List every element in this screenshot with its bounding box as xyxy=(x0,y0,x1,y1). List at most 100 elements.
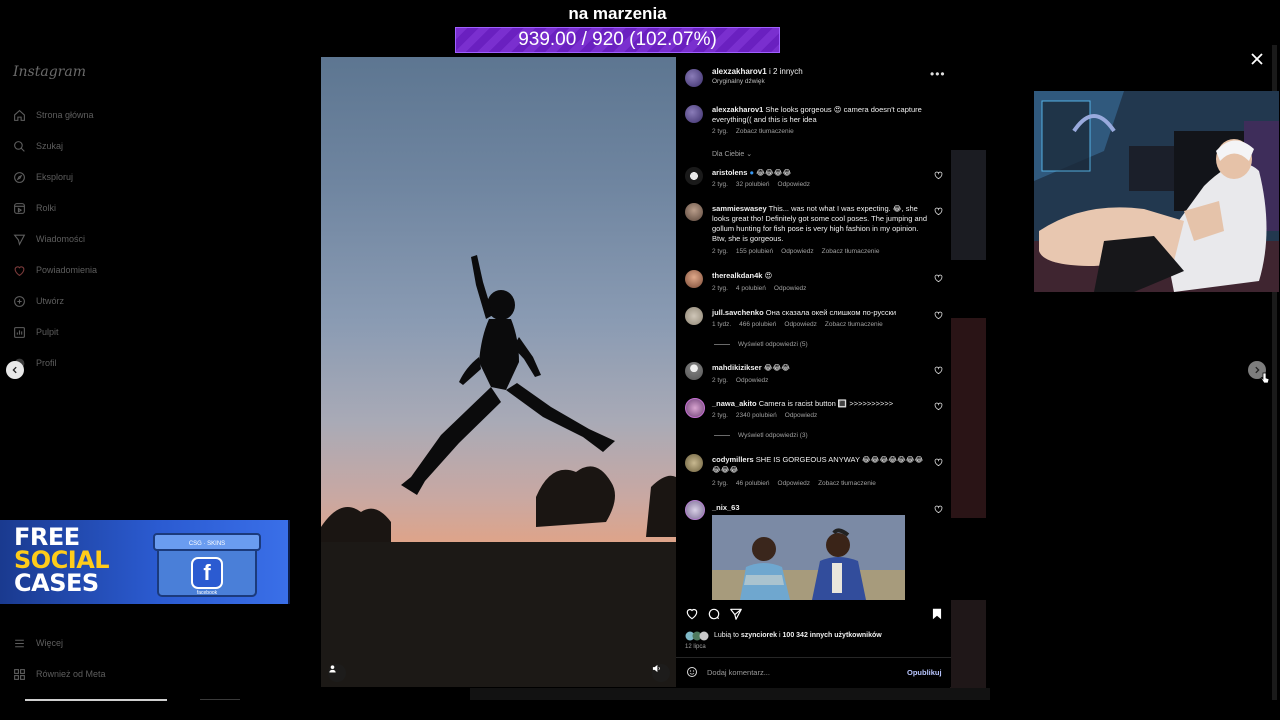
speaker-icon xyxy=(652,664,660,673)
comment-avatar[interactable] xyxy=(685,270,703,288)
caption-username[interactable]: alexzakharov1 xyxy=(712,105,763,114)
translate-link[interactable]: Zobacz tłumaczenie xyxy=(822,248,880,255)
reply-link[interactable]: Odpowiedz xyxy=(778,480,811,487)
comment-avatar[interactable] xyxy=(685,203,703,221)
like-comment-heart-icon[interactable] xyxy=(934,311,943,320)
comment-text: Она сказала окей слишком по-русски xyxy=(765,308,897,317)
loot-box-brand: facebook xyxy=(197,590,218,596)
post-audio[interactable]: Oryginalny dźwięk xyxy=(712,78,765,85)
emoji-picker-icon[interactable] xyxy=(686,666,698,678)
comment-age: 2 tyg. xyxy=(712,480,728,487)
more-options-button[interactable]: ••• xyxy=(930,67,946,81)
like-comment-heart-icon[interactable] xyxy=(934,366,943,375)
comment-likes[interactable]: 466 polubień xyxy=(739,321,776,328)
sidebar-item-messages[interactable]: Wiadomości xyxy=(12,230,85,248)
publish-comment-button[interactable]: Opublikuj xyxy=(907,668,942,677)
sidebar-item-explore[interactable]: Eksploruj xyxy=(12,168,73,186)
post-author[interactable]: alexzakharov1 xyxy=(712,67,767,76)
likes-summary[interactable]: Lubią to szynciorek i 100 342 innych uży… xyxy=(714,632,882,639)
instagram-logo[interactable]: Instagram xyxy=(13,64,86,80)
comment-username[interactable]: _nix_63 xyxy=(712,503,740,512)
comment-username[interactable]: codymillers xyxy=(712,455,754,464)
comment-likes[interactable]: 155 polubień xyxy=(736,248,773,255)
compass-icon xyxy=(12,170,26,184)
view-replies-button[interactable]: Wyświetl odpowiedzi (5) xyxy=(714,341,808,348)
comment-likes[interactable]: 2340 polubień xyxy=(736,412,777,419)
comment-age: 2 tyg. xyxy=(712,285,728,292)
translate-link[interactable]: Zobacz tłumaczenie xyxy=(825,321,883,328)
reply-link[interactable]: Odpowiedz xyxy=(778,181,811,188)
stream-goal-bar: 939.00 / 920 (102.07%) xyxy=(455,27,780,53)
sidebar-item-also-meta[interactable]: Również od Meta xyxy=(12,665,106,683)
reply-link[interactable]: Odpowiedz xyxy=(774,285,807,292)
post-actions-bar xyxy=(676,605,951,625)
comment-username[interactable]: _nawa_akito xyxy=(712,399,757,408)
close-modal-button[interactable] xyxy=(1250,52,1264,66)
like-comment-heart-icon[interactable] xyxy=(934,171,943,180)
post-image[interactable] xyxy=(321,57,676,687)
sidebar-item-search[interactable]: Szukaj xyxy=(12,137,63,155)
comment-username[interactable]: mahdikizikser xyxy=(712,363,762,372)
post-header: alexzakharov1 i 2 innych Oryginalny dźwi… xyxy=(676,57,951,97)
comment-avatar[interactable] xyxy=(685,398,705,418)
sidebar-item-label: Wiadomości xyxy=(36,234,86,244)
sidebar-item-more[interactable]: Więcej xyxy=(12,634,63,652)
caption-translate-link[interactable]: Zobacz tłumaczenie xyxy=(736,128,794,135)
comment-button[interactable] xyxy=(707,607,721,621)
reply-link[interactable]: Odpowiedz xyxy=(784,321,817,328)
sidebar-item-create[interactable]: Utwórz xyxy=(12,292,64,310)
sidebar-item-label: Utwórz xyxy=(36,296,65,306)
comment-likes[interactable]: 32 polubień xyxy=(736,181,770,188)
comment-username[interactable]: aristolens xyxy=(712,168,747,177)
comment-avatar[interactable] xyxy=(685,362,703,380)
comment-sort-dropdown[interactable]: Dla Ciebie ⌄ xyxy=(712,150,752,158)
post-details-panel: alexzakharov1 i 2 innych Oryginalny dźwi… xyxy=(676,57,951,687)
caption-avatar[interactable] xyxy=(685,105,703,123)
comment-username[interactable]: sammieswasey xyxy=(712,204,767,213)
comment-avatar[interactable] xyxy=(685,167,703,185)
like-post-button[interactable] xyxy=(685,607,699,621)
like-comment-heart-icon[interactable] xyxy=(934,458,943,467)
audio-toggle-button[interactable] xyxy=(652,664,670,682)
like-comment-heart-icon[interactable] xyxy=(934,207,943,216)
add-comment-input[interactable]: Dodaj komentarz... xyxy=(707,668,770,677)
comment-text: 😂😂😂 xyxy=(763,363,790,372)
sidebar-item-label: Powiadomienia xyxy=(36,265,98,275)
sidebar-item-notifications[interactable]: Powiadomienia xyxy=(12,261,97,279)
comment-likes[interactable]: 46 polubień xyxy=(736,480,770,487)
reply-link[interactable]: Odpowiedz xyxy=(736,377,769,384)
tagged-users-button[interactable] xyxy=(328,664,346,682)
comment-gif-image[interactable] xyxy=(712,515,905,600)
comment-avatar[interactable] xyxy=(685,307,703,325)
view-replies-label: Wyświetl odpowiedzi (3) xyxy=(738,432,808,439)
previous-post-button[interactable] xyxy=(6,361,24,379)
translate-link[interactable]: Zobacz tłumaczenie xyxy=(818,480,876,487)
like-comment-heart-icon[interactable] xyxy=(934,274,943,283)
sidebar-item-label: Rolki xyxy=(36,203,57,213)
stream-goal-progress: 939.00 / 920 (102.07%) xyxy=(518,29,717,50)
view-replies-button[interactable]: Wyświetl odpowiedzi (3) xyxy=(714,432,808,439)
comment-avatar[interactable] xyxy=(685,500,705,520)
sidebar-item-reels[interactable]: Rolki xyxy=(12,199,56,217)
reply-link[interactable]: Odpowiedz xyxy=(785,412,818,419)
reply-link[interactable]: Odpowiedz xyxy=(781,248,814,255)
likes-user[interactable]: szynciorek xyxy=(741,632,777,639)
sidebar-item-label: Eksploruj xyxy=(36,172,74,182)
save-bookmark-button[interactable] xyxy=(930,607,944,621)
promo-line-3: CASES xyxy=(14,569,99,597)
sidebar-item-dashboard[interactable]: Pulpit xyxy=(12,323,59,341)
post-date: 12 lipca xyxy=(685,644,706,650)
likes-count[interactable]: 100 342 innych użytkowników xyxy=(783,632,882,639)
comment-username[interactable]: therealkdan4k xyxy=(712,271,762,280)
caption-age: 2 tyg. xyxy=(712,128,728,135)
comment-likes[interactable]: 4 polubień xyxy=(736,285,766,292)
author-avatar[interactable] xyxy=(685,69,703,87)
comment-avatar[interactable] xyxy=(685,454,703,472)
comment-username[interactable]: jull.savchenko xyxy=(712,308,764,317)
sidebar-item-home[interactable]: Strona główna xyxy=(12,106,94,124)
messenger-icon xyxy=(12,232,26,246)
share-button[interactable] xyxy=(729,607,743,621)
like-comment-heart-icon[interactable] xyxy=(934,505,943,514)
like-comment-heart-icon[interactable] xyxy=(934,402,943,411)
post-coauthors[interactable]: i 2 innych xyxy=(769,67,803,76)
